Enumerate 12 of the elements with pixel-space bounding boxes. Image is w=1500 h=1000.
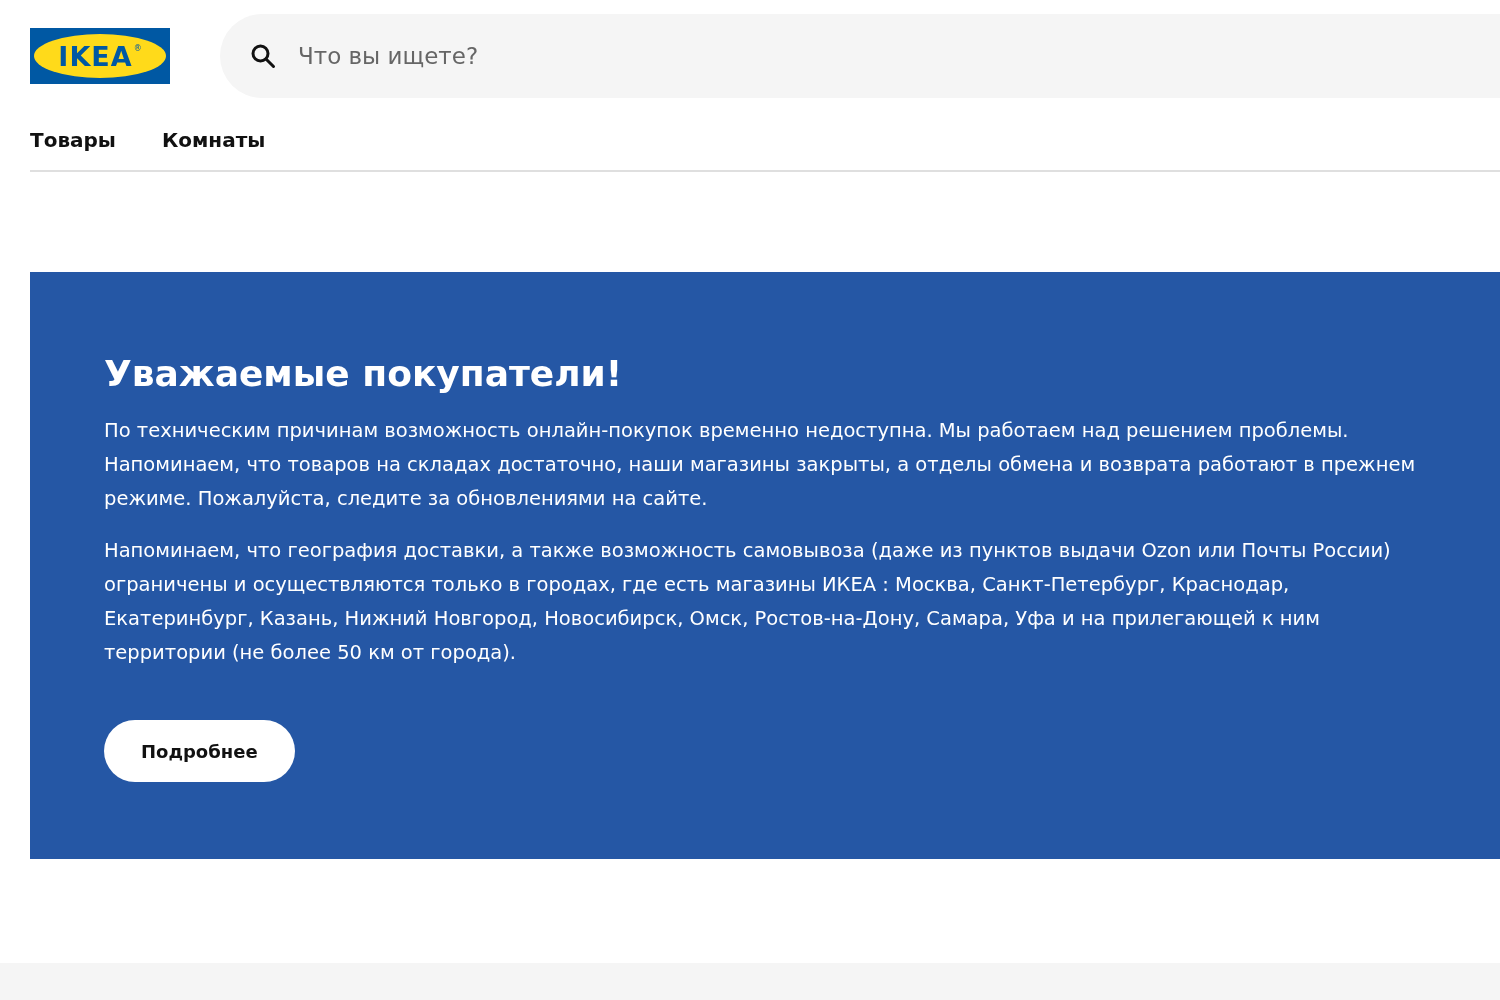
banner-title: Уважаемые покупатели! (104, 352, 624, 396)
search-icon (250, 43, 276, 69)
search-input[interactable]: Что вы ищете? (296, 42, 1500, 70)
banner-paragraph: По техническим причинам возможность онлайн-покупок временно недоступна. Мы работаем над решением проблемы. Напоминаем, что товаров на складах достаточно, наши магазины закрыты, а отделы обмена и возврата работают в прежнем режиме. Пожалуйста, следите за обновлениями на сайте. (104, 418, 1417, 512)
trademark-sign: ® (133, 45, 142, 53)
logo-text: IKEA (58, 42, 133, 70)
nav-tab[interactable]: Комнаты (161, 128, 266, 152)
search-field[interactable]: Что вы ищете? (220, 14, 1500, 98)
more-button[interactable]: Подробнее (104, 720, 295, 782)
banner-paragraph: Напоминаем, что география доставки, а также возможность самовывоза (даже из пунктов выдачи Ozon или Почты России) ограничены и осуществляются только в городах, где есть магазины ИКЕА : Москва, Санкт-Петербург, Краснодар, Екатеринбург, Казань, Нижний Новгород, Новосибирск, Омск, Ростов-на-Дону, Самара, Уфа и на прилегающей к ним территории (не более 50 км от города). (104, 538, 1392, 666)
nav-tab[interactable]: Товары (30, 128, 116, 152)
logo[interactable]: IKEA® (30, 28, 170, 84)
